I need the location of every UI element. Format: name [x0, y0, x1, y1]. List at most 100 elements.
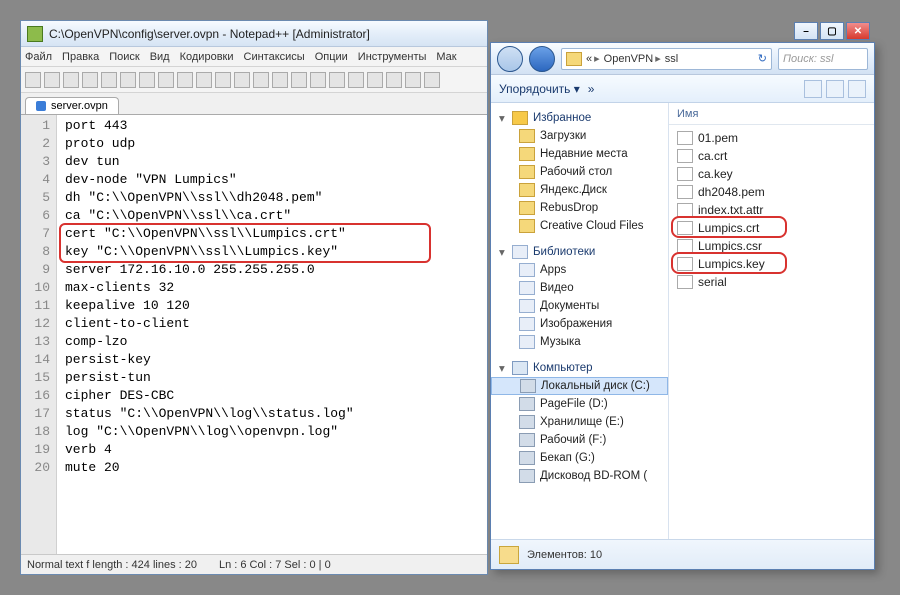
sidebar-item[interactable]: Бекап (G:)	[491, 449, 668, 467]
code-line[interactable]: key "C:\\OpenVPN\\ssl\\Lumpics.key"	[65, 243, 354, 261]
code-line[interactable]: comp-lzo	[65, 333, 354, 351]
overflow-button[interactable]: »	[588, 82, 595, 96]
sidebar-item[interactable]: Хранилище (E:)	[491, 413, 668, 431]
code-line[interactable]: status "C:\\OpenVPN\\log\\status.log"	[65, 405, 354, 423]
sidebar-item[interactable]: Apps	[491, 261, 668, 279]
tool-zoomin-icon[interactable]	[272, 72, 288, 88]
help-icon[interactable]	[848, 80, 866, 98]
sidebar-item[interactable]: Локальный диск (C:)	[491, 377, 668, 395]
view-mode-icon[interactable]	[804, 80, 822, 98]
tool-redo-icon[interactable]	[215, 72, 231, 88]
file-item[interactable]: index.txt.attr	[675, 201, 868, 219]
menu-view[interactable]: Вид	[150, 51, 170, 63]
nav-back-button[interactable]	[497, 46, 523, 72]
sidebar-item[interactable]: Creative Cloud Files	[491, 217, 668, 235]
tool-save-icon[interactable]	[63, 72, 79, 88]
preview-pane-icon[interactable]	[826, 80, 844, 98]
crumb-ssl[interactable]: ssl	[665, 53, 678, 65]
sidebar-item[interactable]: RebusDrop	[491, 199, 668, 217]
tool-close-icon[interactable]	[101, 72, 117, 88]
menu-search[interactable]: Поиск	[109, 51, 139, 63]
tool-find-icon[interactable]	[234, 72, 250, 88]
file-item[interactable]: Lumpics.csr	[675, 237, 868, 255]
menu-syntax[interactable]: Синтаксисы	[244, 51, 305, 63]
tool-new-icon[interactable]	[25, 72, 41, 88]
sidebar-item[interactable]: Музыка	[491, 333, 668, 351]
sidebar-item[interactable]: PageFile (D:)	[491, 395, 668, 413]
column-header[interactable]: Имя	[669, 103, 874, 125]
menu-edit[interactable]: Правка	[62, 51, 99, 63]
tool-print-icon[interactable]	[120, 72, 136, 88]
tool-replace-icon[interactable]	[253, 72, 269, 88]
code-line[interactable]: max-clients 32	[65, 279, 354, 297]
code-line[interactable]: cipher DES-CBC	[65, 387, 354, 405]
sidebar-item[interactable]: Документы	[491, 297, 668, 315]
crumb-openvpn[interactable]: OpenVPN▸	[604, 52, 661, 65]
code-line[interactable]: client-to-client	[65, 315, 354, 333]
crumb-root[interactable]: «▸	[586, 52, 600, 65]
sidebar-item[interactable]: Рабочий стол	[491, 163, 668, 181]
code-line[interactable]: server 172.16.10.0 255.255.255.0	[65, 261, 354, 279]
sidebar-item[interactable]: Дисковод BD-ROM (	[491, 467, 668, 485]
file-item[interactable]: 01.pem	[675, 129, 868, 147]
code-line[interactable]: persist-tun	[65, 369, 354, 387]
file-item[interactable]: ca.crt	[675, 147, 868, 165]
sidebar-item[interactable]: Недавние места	[491, 145, 668, 163]
code-line[interactable]: verb 4	[65, 441, 354, 459]
file-item[interactable]: ca.key	[675, 165, 868, 183]
code-line[interactable]: cert "C:\\OpenVPN\\ssl\\Lumpics.crt"	[65, 225, 354, 243]
code-line[interactable]: proto udp	[65, 135, 354, 153]
tool-undo-icon[interactable]	[196, 72, 212, 88]
tool-copy-icon[interactable]	[158, 72, 174, 88]
file-item[interactable]: Lumpics.crt	[675, 219, 868, 237]
menu-encoding[interactable]: Кодировки	[180, 51, 234, 63]
minimize-button[interactable]: –	[794, 22, 818, 40]
file-item[interactable]: serial	[675, 273, 868, 291]
code-line[interactable]: port 443	[65, 117, 354, 135]
code-area[interactable]: port 443proto udpdev tundev-node "VPN Lu…	[57, 115, 354, 554]
code-line[interactable]: ca "C:\\OpenVPN\\ssl\\ca.crt"	[65, 207, 354, 225]
code-line[interactable]: dev tun	[65, 153, 354, 171]
menu-macro[interactable]: Мак	[436, 51, 456, 63]
sidebar-item[interactable]: Изображения	[491, 315, 668, 333]
tool-invisible-icon[interactable]	[329, 72, 345, 88]
tool-play-icon[interactable]	[424, 72, 440, 88]
tool-wrap-icon[interactable]	[310, 72, 326, 88]
sidebar-item[interactable]: Загрузки	[491, 127, 668, 145]
notepad-editor[interactable]: 1234567891011121314151617181920 port 443…	[21, 115, 487, 554]
menu-file[interactable]: Файл	[25, 51, 52, 63]
sidebar-item[interactable]: Рабочий (F:)	[491, 431, 668, 449]
refresh-icon[interactable]: ↻	[758, 52, 767, 65]
tool-saveall-icon[interactable]	[82, 72, 98, 88]
tool-zoomout-icon[interactable]	[291, 72, 307, 88]
code-line[interactable]: dh "C:\\OpenVPN\\ssl\\dh2048.pem"	[65, 189, 354, 207]
tool-func-icon[interactable]	[386, 72, 402, 88]
code-line[interactable]: log "C:\\OpenVPN\\log\\openvpn.log"	[65, 423, 354, 441]
favorites-header[interactable]: ▾ Избранное	[491, 109, 668, 127]
tool-paste-icon[interactable]	[177, 72, 193, 88]
code-line[interactable]: dev-node "VPN Lumpics"	[65, 171, 354, 189]
code-line[interactable]: persist-key	[65, 351, 354, 369]
tool-cut-icon[interactable]	[139, 72, 155, 88]
search-box[interactable]: Поиск: ssl	[778, 48, 868, 70]
tool-open-icon[interactable]	[44, 72, 60, 88]
organize-button[interactable]: Упорядочить ▾	[499, 82, 580, 96]
code-line[interactable]: keepalive 10 120	[65, 297, 354, 315]
computer-header[interactable]: ▾ Компьютер	[491, 359, 668, 377]
file-item[interactable]: Lumpics.key	[675, 255, 868, 273]
nav-forward-button[interactable]	[529, 46, 555, 72]
libraries-header[interactable]: ▾ Библиотеки	[491, 243, 668, 261]
tab-server-ovpn[interactable]: server.ovpn	[25, 97, 119, 114]
sidebar-item[interactable]: Яндекс.Диск	[491, 181, 668, 199]
address-bar[interactable]: «▸ OpenVPN▸ ssl ↻	[561, 48, 772, 70]
file-item[interactable]: dh2048.pem	[675, 183, 868, 201]
maximize-button[interactable]: ▢	[820, 22, 844, 40]
notepad-titlebar[interactable]: C:\OpenVPN\config\server.ovpn - Notepad+…	[21, 21, 487, 47]
menu-tools[interactable]: Инструменты	[358, 51, 427, 63]
menu-options[interactable]: Опции	[315, 51, 348, 63]
sidebar-item[interactable]: Видео	[491, 279, 668, 297]
tool-record-icon[interactable]	[405, 72, 421, 88]
close-button[interactable]: ✕	[846, 22, 870, 40]
code-line[interactable]: mute 20	[65, 459, 354, 477]
tool-folder-icon[interactable]	[367, 72, 383, 88]
